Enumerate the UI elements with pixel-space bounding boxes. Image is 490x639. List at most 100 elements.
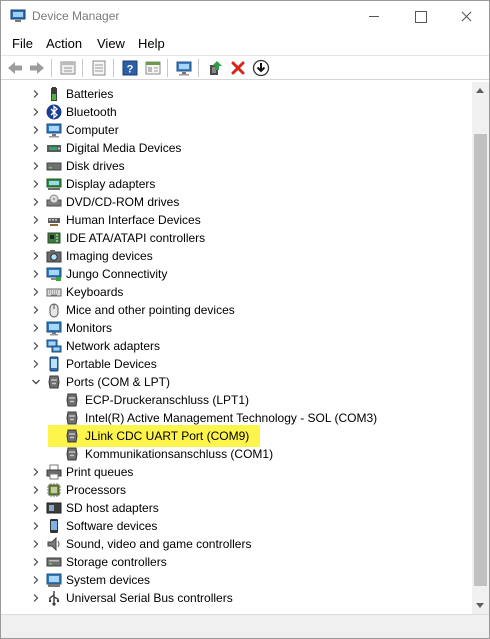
tree-category-row[interactable]: Digital Media Devices xyxy=(2,139,472,157)
tree-item-label: Ports (COM & LPT) xyxy=(66,375,171,389)
tree-category-row[interactable]: IDE ATA/ATAPI controllers xyxy=(2,229,472,247)
device-manager-window: Device Manager File Action View Help ? B… xyxy=(0,0,490,639)
tree-category-row[interactable]: Mice and other pointing devices xyxy=(2,301,472,319)
menu-help[interactable]: Help xyxy=(138,36,165,51)
chevron-right-icon[interactable] xyxy=(31,539,41,549)
scroll-down-arrow-icon[interactable] xyxy=(476,603,484,608)
tree-item-label: SD host adapters xyxy=(66,501,159,515)
tree-category-row[interactable]: Jungo Connectivity xyxy=(2,265,472,283)
tree-item-label: Batteries xyxy=(66,87,114,101)
forward-arrow-icon[interactable] xyxy=(28,59,46,77)
chevron-right-icon[interactable] xyxy=(31,125,41,135)
uninstall-icon[interactable] xyxy=(229,59,247,77)
usb-icon xyxy=(46,590,62,606)
chevron-right-icon[interactable] xyxy=(31,269,41,279)
tree-device-row[interactable]: JLink CDC UART Port (COM9) xyxy=(2,427,472,445)
window-title: Device Manager xyxy=(32,9,120,23)
chevron-down-icon[interactable] xyxy=(31,377,41,387)
monitor-scan-icon[interactable] xyxy=(175,59,193,77)
chevron-right-icon[interactable] xyxy=(31,593,41,603)
tree-item-label: ECP-Druckeranschluss (LPT1) xyxy=(85,393,250,407)
portable-device-icon xyxy=(46,356,62,372)
processor-icon xyxy=(46,482,62,498)
tree-category-row[interactable]: Print queues xyxy=(2,463,472,481)
port-icon xyxy=(64,428,80,444)
tree-category-row[interactable]: Network adapters xyxy=(2,337,472,355)
properties-icon[interactable] xyxy=(59,59,77,77)
tree-item-label: Bluetooth xyxy=(66,105,117,119)
menu-file[interactable]: File xyxy=(12,36,33,51)
sd-adapter-icon xyxy=(46,500,62,516)
tree-category-row[interactable]: Human Interface Devices xyxy=(2,211,472,229)
chevron-right-icon[interactable] xyxy=(31,161,41,171)
menu-action[interactable]: Action xyxy=(46,36,82,51)
chevron-right-icon[interactable] xyxy=(31,467,41,477)
tree-category-row[interactable]: Bluetooth xyxy=(2,103,472,121)
tree-category-row[interactable]: SD host adapters xyxy=(2,499,472,517)
download-icon[interactable] xyxy=(252,59,270,77)
tree-category-row[interactable]: Portable Devices xyxy=(2,355,472,373)
chevron-right-icon[interactable] xyxy=(31,359,41,369)
port-icon xyxy=(64,392,80,408)
chevron-right-icon[interactable] xyxy=(31,233,41,243)
tree-item-label: Computer xyxy=(66,123,119,137)
back-arrow-icon[interactable] xyxy=(6,59,24,77)
device-tree[interactable]: Batteries Bluetooth Computer Digital Media … xyxy=(2,82,472,614)
scroll-thumb[interactable] xyxy=(474,134,487,586)
system-device-icon xyxy=(46,572,62,588)
chevron-right-icon[interactable] xyxy=(31,341,41,351)
tree-category-row[interactable]: Display adapters xyxy=(2,175,472,193)
chevron-right-icon[interactable] xyxy=(31,485,41,495)
tree-category-row[interactable]: Disk drives xyxy=(2,157,472,175)
battery-icon xyxy=(46,86,62,102)
help-icon[interactable]: ? xyxy=(121,59,139,77)
chevron-right-icon[interactable] xyxy=(31,107,41,117)
menu-view[interactable]: View xyxy=(97,36,125,51)
disk-drive-icon xyxy=(46,158,62,174)
tree-category-row[interactable]: Storage controllers xyxy=(2,553,472,571)
tree-category-row[interactable]: Software devices xyxy=(2,517,472,535)
details-list-icon[interactable] xyxy=(90,59,108,77)
tree-item-label: Human Interface Devices xyxy=(66,213,201,227)
maximize-button[interactable] xyxy=(397,1,443,31)
tree-item-label: Network adapters xyxy=(66,339,161,353)
chevron-right-icon[interactable] xyxy=(31,575,41,585)
hid-icon xyxy=(46,212,62,228)
update-driver-icon[interactable] xyxy=(206,59,224,77)
tree-item-label: Portable Devices xyxy=(66,357,157,371)
scroll-up-arrow-icon[interactable] xyxy=(476,88,484,93)
chevron-right-icon[interactable] xyxy=(31,197,41,207)
chevron-right-icon[interactable] xyxy=(31,557,41,567)
tree-device-row[interactable]: Kommunikationsanschluss (COM1) xyxy=(2,445,472,463)
vertical-scrollbar[interactable] xyxy=(472,82,489,614)
tree-category-row[interactable]: Sound, video and game controllers xyxy=(2,535,472,553)
tree-category-row[interactable]: Universal Serial Bus controllers xyxy=(2,589,472,607)
chevron-right-icon[interactable] xyxy=(31,287,41,297)
chevron-right-icon[interactable] xyxy=(31,179,41,189)
tree-category-row[interactable]: Batteries xyxy=(2,85,472,103)
tree-category-row[interactable]: Computer xyxy=(2,121,472,139)
tree-category-row[interactable]: DVD/CD-ROM drives xyxy=(2,193,472,211)
tree-category-row[interactable]: Keyboards xyxy=(2,283,472,301)
tree-item-label: Imaging devices xyxy=(66,249,153,263)
tree-category-row[interactable]: Processors xyxy=(2,481,472,499)
chevron-right-icon[interactable] xyxy=(31,305,41,315)
tree-device-row[interactable]: ECP-Druckeranschluss (LPT1) xyxy=(2,391,472,409)
minimize-button[interactable] xyxy=(351,1,397,31)
close-button[interactable] xyxy=(443,1,489,31)
chevron-right-icon[interactable] xyxy=(31,89,41,99)
chevron-right-icon[interactable] xyxy=(31,323,41,333)
view-icon[interactable] xyxy=(144,59,162,77)
tree-category-row[interactable]: System devices xyxy=(2,571,472,589)
chevron-right-icon[interactable] xyxy=(31,251,41,261)
tree-category-row[interactable]: Monitors xyxy=(2,319,472,337)
title-bar[interactable]: Device Manager xyxy=(1,1,489,31)
chevron-right-icon[interactable] xyxy=(31,503,41,513)
chevron-right-icon[interactable] xyxy=(31,521,41,531)
tree-item-label: Storage controllers xyxy=(66,555,167,569)
tree-category-row[interactable]: Ports (COM & LPT) xyxy=(2,373,472,391)
chevron-right-icon[interactable] xyxy=(31,143,41,153)
tree-category-row[interactable]: Imaging devices xyxy=(2,247,472,265)
port-icon xyxy=(46,374,62,390)
chevron-right-icon[interactable] xyxy=(31,215,41,225)
